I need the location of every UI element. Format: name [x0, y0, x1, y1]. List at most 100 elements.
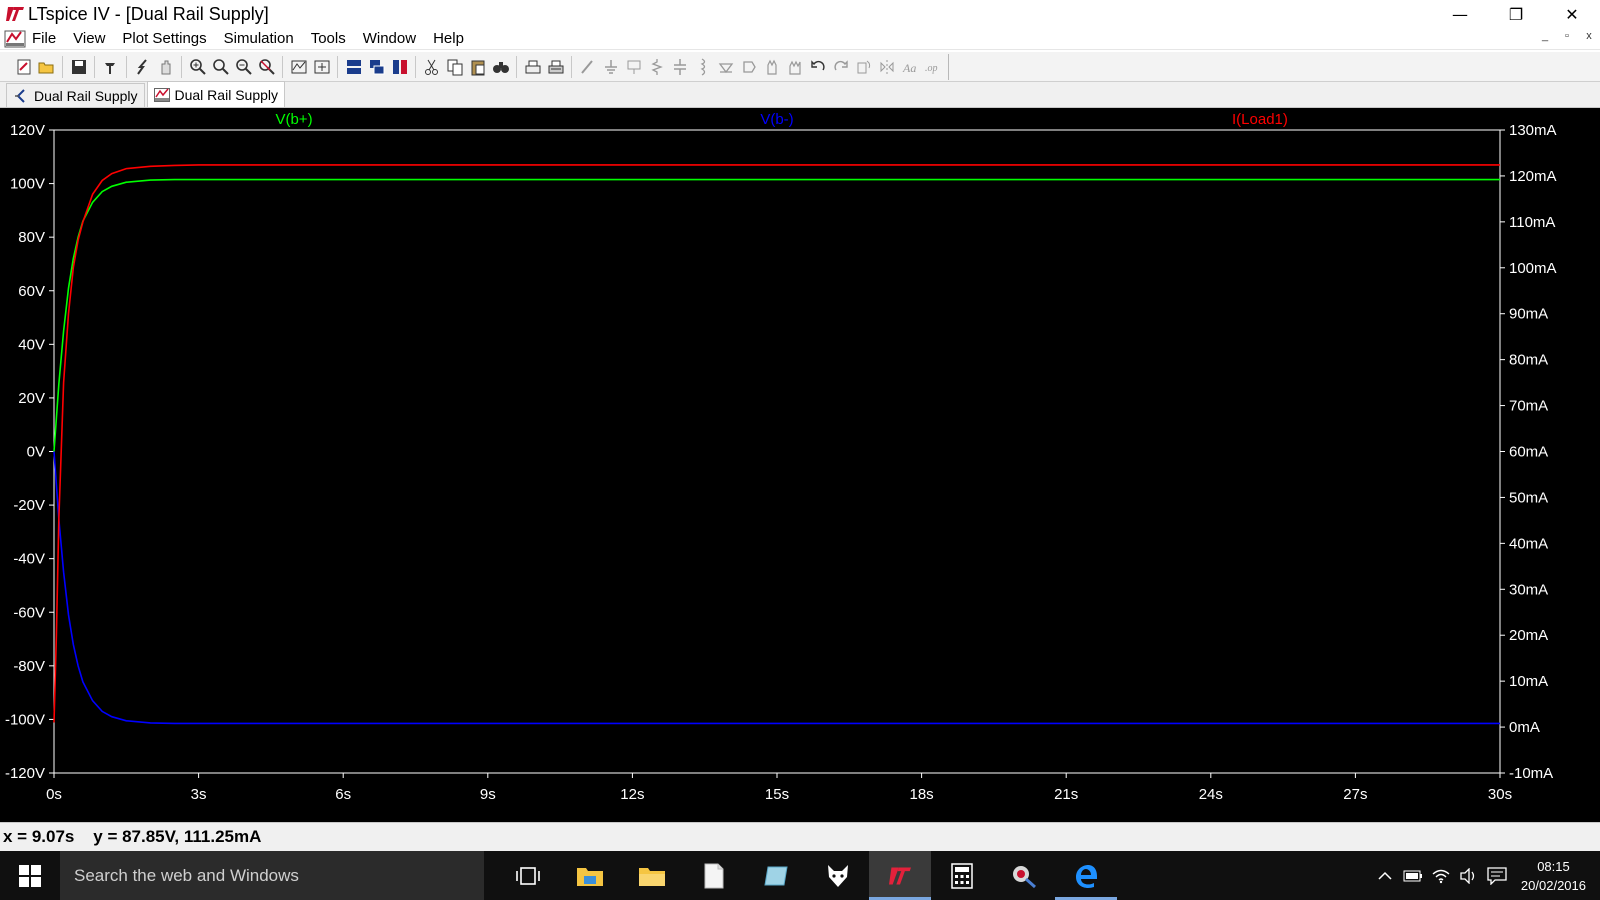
toolbar-separator: [62, 55, 63, 78]
mdi-close-button[interactable]: x: [1582, 30, 1596, 42]
search-input[interactable]: Search the web and Windows: [60, 851, 484, 900]
toolbar-separator: [516, 55, 517, 78]
tab-waveform[interactable]: Dual Rail Supply: [146, 81, 285, 107]
title-bar: LTspice IV - [Dual Rail Supply] — ❐ ✕: [0, 0, 1600, 28]
paste-icon[interactable]: [466, 56, 489, 78]
close-button[interactable]: ✕: [1544, 0, 1600, 28]
y-left-tick-label: -20V: [13, 497, 45, 514]
y-right-tick-label: 40mA: [1509, 535, 1548, 552]
volume-icon[interactable]: [1455, 851, 1483, 900]
wifi-icon[interactable]: [1427, 851, 1455, 900]
file-explorer-icon[interactable]: [559, 851, 621, 900]
y-right-tick-label: 100mA: [1509, 260, 1557, 277]
waveform-chart[interactable]: 0s 3s 6s 9s 12s 15s 18s 21s 24s 27s 30s 120V 100V 80V…: [0, 108, 1600, 822]
print-preview-icon[interactable]: [544, 56, 567, 78]
new-schematic-icon[interactable]: [12, 56, 35, 78]
copy-icon[interactable]: [443, 56, 466, 78]
document-icon[interactable]: [683, 851, 745, 900]
find-icon[interactable]: [489, 56, 512, 78]
menu-plot-settings[interactable]: Plot Settings: [122, 30, 206, 47]
y-right-tick-label: 110mA: [1509, 214, 1555, 231]
maximize-button[interactable]: ❐: [1488, 0, 1544, 28]
x-tick-label: 27s: [1343, 786, 1367, 803]
toolbar-separator: [181, 55, 182, 78]
print-icon[interactable]: [521, 56, 544, 78]
system-tray: 08:15 20/02/2016: [1371, 851, 1600, 900]
menu-help[interactable]: Help: [433, 30, 464, 47]
y-left-tick-label: 120V: [10, 122, 45, 139]
mdi-controls: _ ▫ x: [1538, 30, 1596, 42]
open-icon[interactable]: [35, 56, 58, 78]
zoom-area-icon[interactable]: [209, 56, 232, 78]
tile-vertical-icon[interactable]: [388, 56, 411, 78]
notifications-icon[interactable]: [1483, 851, 1511, 900]
chevron-up-icon[interactable]: [1371, 851, 1399, 900]
toolbar-separator: [337, 55, 338, 78]
zoom-fit-icon[interactable]: [255, 56, 278, 78]
start-button[interactable]: [0, 851, 60, 900]
control-panel-icon[interactable]: [99, 56, 122, 78]
waveform-plot[interactable]: 0s 3s 6s 9s 12s 15s 18s 21s 24s 27s 30s 120V 100V 80V…: [0, 108, 1600, 822]
undo-icon[interactable]: [806, 56, 829, 78]
y-right-tick-label: 60mA: [1509, 444, 1548, 461]
menu-view[interactable]: View: [73, 30, 105, 47]
ground-icon[interactable]: [599, 56, 622, 78]
label-icon[interactable]: [622, 56, 645, 78]
status-bar: x = 9.07s y = 87.85V, 111.25mA: [0, 822, 1600, 851]
tab-strip: Dual Rail Supply Dual Rail Supply: [0, 81, 1600, 108]
ltspice-icon[interactable]: [869, 851, 931, 900]
menu-simulation[interactable]: Simulation: [224, 30, 294, 47]
capacitor-icon[interactable]: [668, 56, 691, 78]
autorange-icon[interactable]: [287, 56, 310, 78]
spice-directive-icon[interactable]: .op: [921, 56, 944, 78]
y-right-tick-label: 70mA: [1509, 398, 1548, 415]
menu-window[interactable]: Window: [363, 30, 416, 47]
trace-label-0[interactable]: V(b+): [275, 111, 312, 128]
inductor-icon[interactable]: [691, 56, 714, 78]
fox-app-icon[interactable]: [807, 851, 869, 900]
folder-icon[interactable]: [621, 851, 683, 900]
drag-icon[interactable]: [783, 56, 806, 78]
diode-icon[interactable]: [714, 56, 737, 78]
y-right-tick-label: 80mA: [1509, 352, 1548, 369]
mdi-minimize-button[interactable]: _: [1538, 30, 1552, 42]
wire-icon[interactable]: [576, 56, 599, 78]
zoom-out-icon[interactable]: [232, 56, 255, 78]
windows-logo-icon: [19, 864, 41, 887]
rotate-icon[interactable]: [852, 56, 875, 78]
text-icon[interactable]: Aa: [898, 56, 921, 78]
menu-file[interactable]: File: [32, 30, 56, 47]
minimize-button[interactable]: —: [1432, 0, 1488, 28]
waveform-window-icon[interactable]: [4, 29, 26, 49]
y-right-tick-label: 10mA: [1509, 673, 1548, 690]
save-icon[interactable]: [67, 56, 90, 78]
redo-icon[interactable]: [829, 56, 852, 78]
mdi-restore-button[interactable]: ▫: [1560, 30, 1574, 42]
task-view-icon[interactable]: [497, 851, 559, 900]
trace-label-1[interactable]: V(b-): [760, 111, 793, 128]
menu-tools[interactable]: Tools: [311, 30, 346, 47]
battery-icon[interactable]: [1399, 851, 1427, 900]
add-trace-icon[interactable]: [310, 56, 333, 78]
component-icon[interactable]: [737, 56, 760, 78]
cascade-icon[interactable]: [365, 56, 388, 78]
clock[interactable]: 08:15 20/02/2016: [1521, 857, 1586, 895]
resistor-icon[interactable]: [645, 56, 668, 78]
move-icon[interactable]: [760, 56, 783, 78]
calculator-icon[interactable]: [931, 851, 993, 900]
run-icon[interactable]: [131, 56, 154, 78]
toolbar-separator: [948, 53, 949, 80]
y-left-tick-label: 20V: [18, 390, 45, 407]
tools-app-icon[interactable]: [993, 851, 1055, 900]
trace-label-2[interactable]: I(Load1): [1232, 111, 1288, 128]
series-0: [53, 178, 1500, 452]
tab-schematic[interactable]: Dual Rail Supply: [6, 83, 145, 107]
tile-horizontal-icon[interactable]: [342, 56, 365, 78]
edge-icon[interactable]: [1055, 851, 1117, 900]
notepad-icon[interactable]: [745, 851, 807, 900]
mirror-icon[interactable]: [875, 56, 898, 78]
halt-icon[interactable]: [154, 56, 177, 78]
zoom-in-icon[interactable]: [186, 56, 209, 78]
x-tick-label: 3s: [191, 786, 207, 803]
cut-icon[interactable]: [420, 56, 443, 78]
